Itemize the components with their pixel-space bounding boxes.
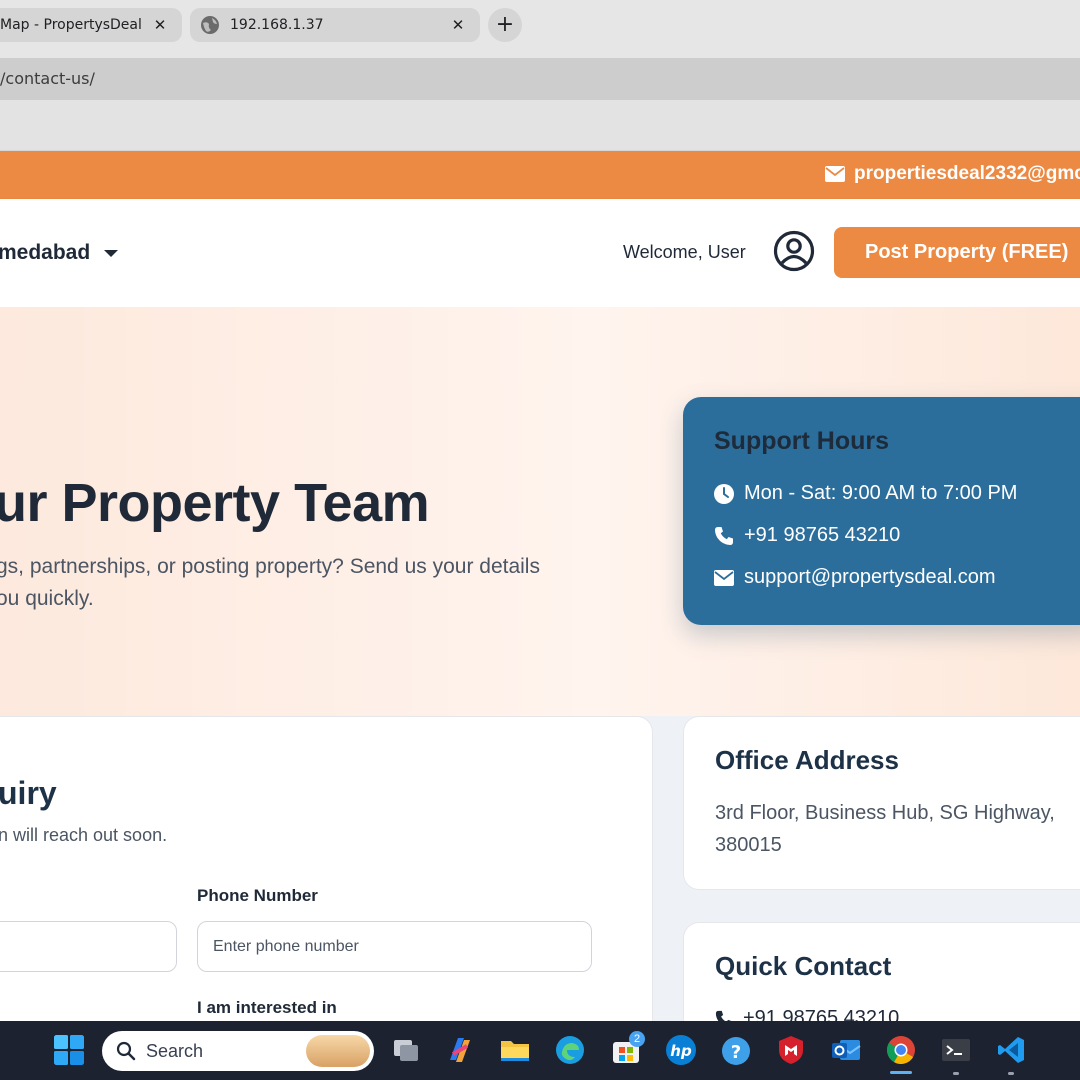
post-property-button[interactable]: Post Property (FREE): [834, 227, 1080, 278]
support-phone-row: +91 98765 43210: [714, 524, 900, 547]
name-input[interactable]: [0, 921, 177, 972]
support-email-row: support@propertysdeal.com: [714, 566, 996, 589]
form-subtitle: n will reach out soon.: [0, 825, 168, 845]
hero-subtitle: gs, partnerships, or posting property? S…: [0, 551, 616, 615]
site-navbar: medabad Welcome, User Post Property (FRE…: [0, 199, 1080, 307]
browser-tab-active[interactable]: 192.168.1.37 ✕: [190, 8, 480, 42]
phone-label: Phone Number: [197, 886, 318, 905]
interest-label: I am interested in: [197, 998, 337, 1017]
phone-icon: [715, 526, 733, 545]
support-hours-row: Mon - Sat: 9:00 AM to 7:00 PM: [714, 482, 1017, 505]
topbar-email-link[interactable]: propertiesdeal2332@gmc: [854, 163, 1080, 185]
support-title: Support Hours: [714, 427, 889, 455]
office-address-card: Office Address 3rd Floor, Business Hub, …: [683, 716, 1080, 890]
edge-icon[interactable]: [554, 1034, 586, 1066]
globe-icon: [201, 16, 219, 34]
quick-contact-title: Quick Contact: [715, 951, 892, 981]
search-icon: [116, 1041, 136, 1061]
user-account-icon[interactable]: [773, 230, 815, 272]
active-app-indicator: [890, 1071, 912, 1074]
file-explorer-icon[interactable]: [499, 1034, 531, 1066]
search-label: Search: [146, 1041, 204, 1061]
support-hours-card: Support Hours Mon - Sat: 9:00 AM to 7:00…: [683, 397, 1080, 625]
browser-tabstrip: Map - PropertysDeal ✕ 192.168.1.37 ✕ +: [0, 0, 1080, 58]
vscode-icon[interactable]: [995, 1034, 1027, 1066]
support-phone-link[interactable]: +91 98765 43210: [744, 524, 900, 547]
office-title: Office Address: [715, 745, 899, 775]
tab-title: 192.168.1.37: [230, 17, 324, 33]
mcafee-icon[interactable]: [775, 1034, 807, 1066]
office-address: 3rd Floor, Business Hub, SG Highway, 380…: [715, 797, 1080, 861]
address-line: 380015: [715, 834, 782, 856]
copilot-icon[interactable]: [444, 1034, 476, 1066]
taskbar-search[interactable]: Search: [102, 1031, 374, 1071]
enquiry-form-card: [0, 716, 653, 1046]
welcome-text: Welcome, User: [623, 242, 746, 262]
chevron-down-icon[interactable]: [104, 250, 118, 257]
support-email-link[interactable]: support@propertysdeal.com: [744, 566, 996, 589]
form-title: uiry: [0, 775, 57, 811]
hp-icon[interactable]: hp: [665, 1034, 697, 1066]
task-view-icon[interactable]: [390, 1034, 422, 1066]
running-app-indicator: [953, 1072, 959, 1075]
bookmarks-bar: [0, 100, 1080, 151]
page-title: ur Property Team: [0, 473, 430, 533]
hero-subtitle-line: ou quickly.: [0, 587, 94, 610]
clock-icon: [714, 483, 734, 504]
windows-start-icon[interactable]: [53, 1034, 85, 1066]
close-tab-icon[interactable]: ✕: [150, 15, 170, 35]
mail-icon: [825, 166, 845, 182]
mail-icon: [714, 569, 734, 586]
terminal-icon[interactable]: [940, 1034, 972, 1066]
windows-taskbar: Search 2 hp ?: [0, 1021, 1080, 1080]
running-app-indicator: [1008, 1072, 1014, 1075]
browser-tab[interactable]: Map - PropertysDeal ✕: [0, 8, 182, 42]
search-highlight-icon: [306, 1035, 370, 1067]
city-selector[interactable]: medabad: [0, 241, 90, 265]
tab-title: Map - PropertysDeal: [0, 17, 142, 33]
outlook-icon[interactable]: [830, 1034, 862, 1066]
close-tab-icon[interactable]: ✕: [448, 15, 468, 35]
address-bar[interactable]: /contact-us/: [0, 58, 1080, 100]
support-hours-text: Mon - Sat: 9:00 AM to 7:00 PM: [744, 482, 1018, 504]
svg-text:hp: hp: [670, 1042, 692, 1060]
new-tab-button[interactable]: +: [488, 8, 522, 42]
hero-subtitle-line: gs, partnerships, or posting property? S…: [0, 555, 540, 578]
notification-badge: 2: [629, 1031, 645, 1047]
address-line: 3rd Floor, Business Hub, SG Highway,: [715, 802, 1055, 824]
chrome-icon[interactable]: [885, 1034, 917, 1066]
phone-input[interactable]: [197, 921, 592, 972]
help-icon[interactable]: ?: [720, 1034, 752, 1066]
svg-text:?: ?: [731, 1042, 741, 1063]
url-text: /contact-us/: [0, 69, 95, 88]
contact-topbar: propertiesdeal2332@gmc: [0, 151, 1080, 199]
